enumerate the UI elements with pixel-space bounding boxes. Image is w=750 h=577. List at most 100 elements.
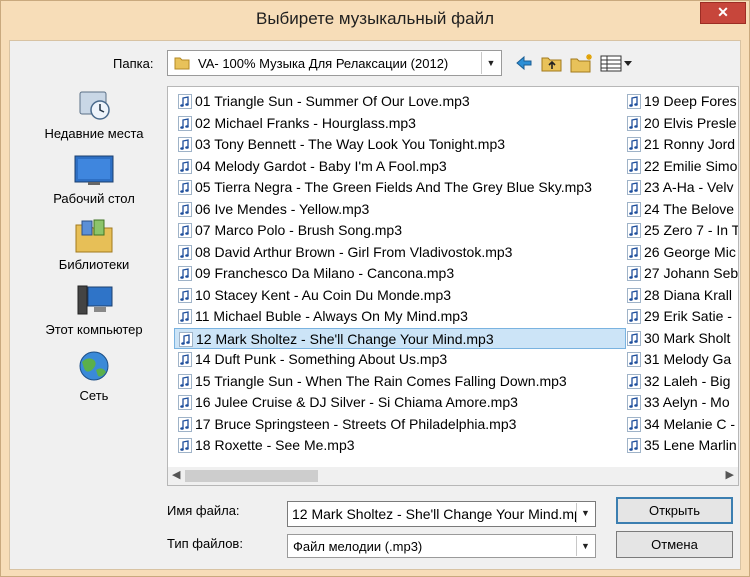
audio-file-icon — [627, 266, 641, 281]
up-folder-icon[interactable] — [541, 53, 563, 73]
audio-file-icon — [178, 223, 192, 238]
file-item[interactable]: 26 George Mic — [623, 242, 738, 263]
file-name: 05 Tierra Negra - The Green Fields And T… — [195, 179, 592, 195]
file-item[interactable]: 19 Deep Fores — [623, 91, 738, 112]
folder-dropdown[interactable]: VA- 100% Музыка Для Релаксации (2012) ▼ — [167, 50, 502, 76]
file-name: 14 Duft Punk - Something About Us.mp3 — [195, 351, 448, 367]
file-item[interactable]: 03 Tony Bennett - The Way Look You Tonig… — [174, 134, 626, 155]
audio-file-icon — [627, 287, 641, 303]
file-item[interactable]: 12 Mark Sholtez - She'll Change Your Min… — [174, 327, 626, 349]
place-label: Библиотеки — [58, 257, 130, 272]
file-item[interactable]: 22 Emilie Simo — [623, 156, 738, 177]
audio-file-icon — [627, 223, 641, 238]
file-name: 25 Zero 7 - In T — [644, 222, 739, 238]
file-name: 17 Bruce Springsteen - Streets Of Philad… — [195, 415, 517, 432]
audio-file-icon — [627, 180, 641, 195]
back-arrow-icon[interactable] — [514, 53, 534, 73]
file-item[interactable]: 23 A-Ha - Velv — [623, 177, 738, 198]
audio-file-icon — [627, 416, 641, 432]
filename-input[interactable]: 12 Mark Sholtez - She'll Change Your Min… — [287, 501, 596, 527]
file-item[interactable]: 33 Aelyn - Mo — [623, 392, 738, 413]
file-name: 21 Ronny Jord — [644, 136, 736, 152]
audio-file-icon — [627, 158, 641, 174]
file-item[interactable]: 20 Elvis Presle — [623, 113, 738, 134]
dialog-body: Папка: VA- 100% Музыка Для Релаксации (2… — [9, 40, 741, 570]
scrollbar-thumb[interactable] — [185, 470, 318, 482]
audio-file-icon — [178, 201, 192, 217]
scroll-left-icon[interactable]: ◀ — [172, 468, 180, 481]
view-menu-icon[interactable] — [600, 53, 634, 73]
audio-file-icon — [627, 94, 641, 109]
place-label: Рабочий стол — [53, 191, 135, 206]
audio-file-icon — [179, 331, 193, 347]
audio-file-icon — [627, 373, 641, 389]
file-name: 03 Tony Bennett - The Way Look You Tonig… — [195, 136, 506, 152]
file-item[interactable]: 24 The Belove — [623, 199, 738, 220]
file-item[interactable]: 18 Roxette - See Me.mp3 — [174, 435, 626, 456]
file-name: 07 Marco Polo - Brush Song.mp3 — [195, 222, 402, 238]
horizontal-scrollbar[interactable]: ◀ ▶ — [168, 467, 738, 485]
file-name: 20 Elvis Presle — [644, 114, 737, 131]
file-name: 04 Melody Gardot - Baby I'm A Fool.mp3 — [195, 157, 447, 174]
file-item[interactable]: 31 Melody Ga — [623, 349, 738, 370]
file-item[interactable]: 05 Tierra Negra - The Green Fields And T… — [174, 177, 626, 198]
file-item[interactable]: 16 Julee Cruise & DJ Silver - Si Chiama … — [174, 392, 626, 413]
file-item[interactable]: 06 Ive Mendes - Yellow.mp3 — [174, 199, 626, 220]
file-item[interactable]: 30 Mark Sholt — [623, 328, 738, 349]
file-item[interactable]: 09 Franchesco Da Milano - Cancona.mp3 — [174, 263, 626, 284]
file-name: 16 Julee Cruise & DJ Silver - Si Chiama … — [195, 394, 518, 410]
audio-file-icon — [178, 287, 192, 303]
chevron-down-icon[interactable]: ▼ — [481, 52, 500, 74]
file-item[interactable]: 28 Diana Krall — [623, 285, 738, 306]
place-label: Недавние места — [44, 126, 144, 141]
audio-file-icon — [178, 94, 192, 109]
close-button[interactable]: ✕ — [700, 2, 746, 24]
file-name: 02 Michael Franks - Hourglass.mp3 — [195, 114, 416, 131]
dialog-title: Выбирете музыкальный файл — [255, 9, 495, 28]
file-item[interactable]: 14 Duft Punk - Something About Us.mp3 — [174, 349, 626, 370]
file-item[interactable]: 08 David Arthur Brown - Girl From Vladiv… — [174, 242, 626, 263]
audio-file-icon — [178, 395, 192, 410]
file-name: 18 Roxette - See Me.mp3 — [195, 437, 355, 453]
file-name: 10 Stacey Kent - Au Coin Du Monde.mp3 — [195, 286, 452, 303]
place-label: Сеть — [79, 388, 109, 403]
file-name: 01 Triangle Sun - Summer Of Our Love.mp3 — [195, 93, 470, 109]
file-item[interactable]: 17 Bruce Springsteen - Streets Of Philad… — [174, 414, 626, 435]
filetype-dropdown[interactable]: Файл мелодии (.mp3) ▼ — [287, 534, 596, 558]
audio-file-icon — [178, 115, 192, 131]
scroll-right-icon[interactable]: ▶ — [726, 468, 734, 481]
file-item[interactable]: 32 Laleh - Big — [623, 371, 738, 392]
audio-file-icon — [178, 158, 192, 174]
file-item[interactable]: 10 Stacey Kent - Au Coin Du Monde.mp3 — [174, 285, 626, 306]
file-item[interactable]: 01 Triangle Sun - Summer Of Our Love.mp3 — [174, 91, 626, 112]
file-item[interactable]: 25 Zero 7 - In T — [623, 220, 738, 241]
file-name: 11 Michael Buble - Always On My Mind.mp3 — [195, 308, 468, 324]
audio-file-icon — [627, 201, 641, 217]
new-folder-icon[interactable] — [570, 53, 594, 73]
file-item[interactable]: 11 Michael Buble - Always On My Mind.mp3 — [174, 306, 626, 327]
file-list[interactable]: 01 Triangle Sun - Summer Of Our Love.mp3… — [167, 86, 739, 486]
file-name: 19 Deep Fores — [644, 93, 737, 109]
libraries-icon — [75, 219, 113, 253]
audio-file-icon — [627, 115, 641, 131]
recent-places-icon — [79, 91, 110, 120]
folder-icon — [174, 57, 190, 70]
cancel-button[interactable]: Отмена — [616, 531, 733, 558]
chevron-down-icon[interactable]: ▼ — [576, 503, 594, 523]
file-item[interactable]: 29 Erik Satie - — [623, 306, 738, 327]
place-label: Этот компьютер — [45, 322, 143, 337]
file-item[interactable]: 04 Melody Gardot - Baby I'm A Fool.mp3 — [174, 156, 626, 177]
file-item[interactable]: 21 Ronny Jord — [623, 134, 738, 155]
audio-file-icon — [627, 352, 641, 367]
file-item[interactable]: 27 Johann Seb — [623, 263, 738, 284]
desktop-icon — [74, 155, 114, 185]
file-item[interactable]: 34 Melanie C - — [623, 414, 738, 435]
chevron-down-icon[interactable]: ▼ — [576, 536, 594, 556]
title-bar[interactable]: Выбирете музыкальный файл ✕ — [1, 1, 749, 39]
file-item[interactable]: 35 Lene Marlin — [623, 435, 738, 456]
file-item[interactable]: 07 Marco Polo - Brush Song.mp3 — [174, 220, 626, 241]
file-item[interactable]: 15 Triangle Sun - When The Rain Comes Fa… — [174, 371, 626, 392]
file-name: 22 Emilie Simo — [644, 157, 738, 174]
file-item[interactable]: 02 Michael Franks - Hourglass.mp3 — [174, 113, 626, 134]
open-button[interactable]: Открыть — [616, 497, 733, 524]
